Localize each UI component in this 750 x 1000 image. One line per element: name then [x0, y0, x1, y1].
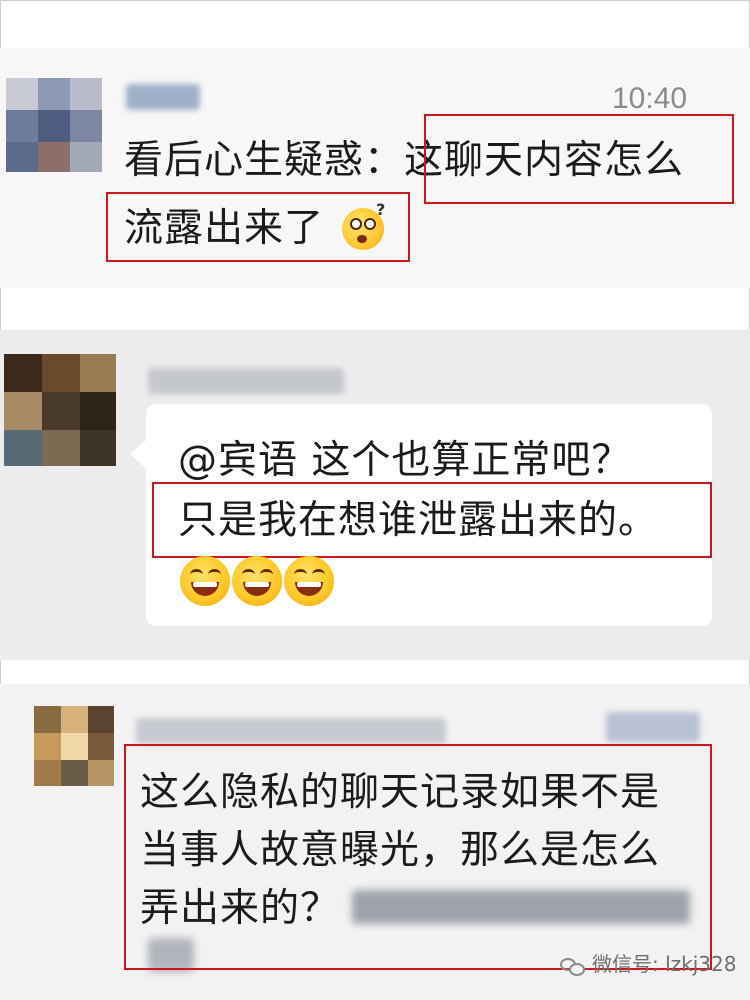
sender-name-blurred: [136, 718, 446, 744]
message-text-prefix: 看后心生疑惑：: [124, 138, 405, 183]
avatar[interactable]: [4, 354, 116, 466]
avatar[interactable]: [6, 78, 102, 172]
message-text: @宾语 这个也算正常吧？: [178, 438, 632, 483]
highlight-box: [424, 114, 734, 204]
message-timestamp: 10:40: [612, 82, 688, 115]
sender-name-blurred: [148, 368, 344, 394]
watermark: 微信号: lzkj328: [560, 948, 736, 977]
watermark-text: 微信号: lzkj328: [592, 952, 737, 976]
avatar[interactable]: [34, 706, 114, 786]
grinning-face-icon: [284, 556, 334, 606]
wechat-icon: [560, 956, 586, 976]
grinning-face-icon: [180, 556, 230, 606]
grinning-face-icon: [232, 556, 282, 606]
sender-name-blurred: [126, 84, 200, 110]
highlight-box: [106, 192, 410, 262]
highlight-box: [152, 482, 712, 558]
top-right-blurred-element: [606, 712, 700, 742]
bubble-tail: [130, 440, 146, 468]
highlight-box: [124, 744, 712, 970]
